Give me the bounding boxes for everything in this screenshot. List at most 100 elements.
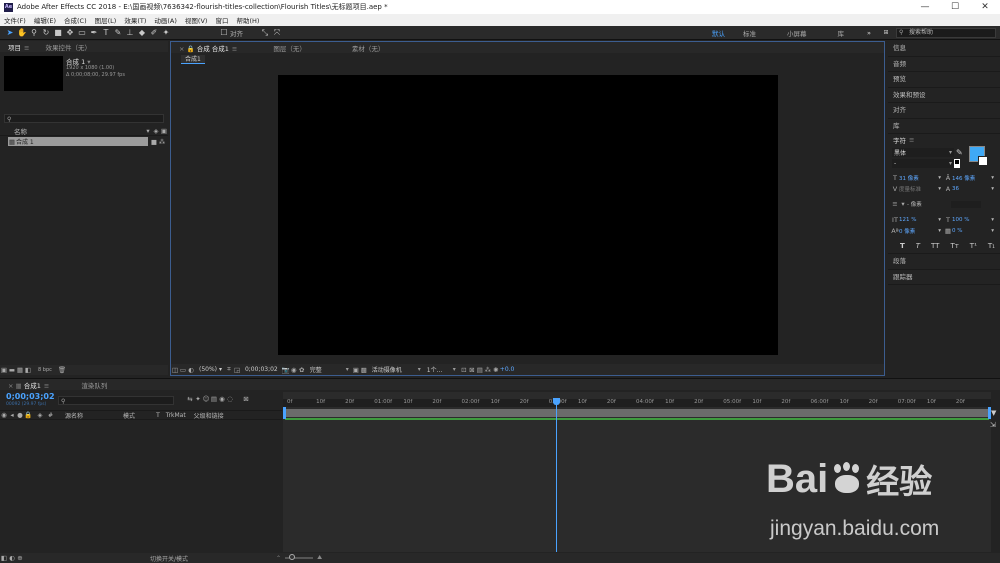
baseline-shift-control[interactable]: Aª 0 像素 ▾ (891, 227, 941, 235)
tab-project[interactable]: 项目 ≡ (0, 42, 37, 52)
menu-layer[interactable]: 图层(L) (95, 15, 117, 25)
bpc-label[interactable]: 8 bpc (38, 367, 52, 373)
panel-tracker[interactable]: 跟踪器 (888, 270, 1000, 285)
show-snapshot-icon[interactable]: ◉ (290, 366, 298, 374)
playhead-handle[interactable] (553, 398, 561, 405)
stroke-width-control[interactable]: ≡ ▾ - 像素 (891, 200, 981, 208)
draft-3d-icon[interactable]: ✦ (194, 395, 202, 403)
panel-libraries[interactable]: 库 (888, 119, 1000, 134)
new-folder-icon[interactable]: ▬ (8, 366, 16, 374)
close-icon[interactable]: × (179, 45, 184, 53)
workspace-standard[interactable]: 标准 (743, 28, 756, 38)
eyedropper-icon[interactable]: ✎ (956, 148, 963, 157)
font-size-control[interactable]: T 31 像素 ▾ (891, 174, 941, 182)
composition-viewer[interactable] (278, 75, 778, 355)
subscript-button[interactable]: T₁ (988, 242, 995, 250)
tab-render-queue[interactable]: 渲染队列 (73, 380, 115, 390)
selection-tool-icon[interactable]: ➤ (4, 27, 16, 39)
menu-window[interactable]: 窗口 (215, 15, 228, 25)
timeline-icon[interactable]: ▤ (476, 366, 484, 374)
snap-features-icon[interactable]: ⤧ (271, 27, 283, 39)
eraser-tool-icon[interactable]: ◆ (136, 27, 148, 39)
panel-menu-icon[interactable]: ≡ (24, 44, 29, 52)
lock-icon[interactable]: 🔒 (24, 411, 32, 419)
horizontal-scale-control[interactable]: T 100 % ▾ (944, 216, 994, 224)
panel-paragraph[interactable]: 段落 (888, 254, 1000, 270)
grid-icon[interactable]: ⌗ (225, 365, 233, 374)
timeline-timecode[interactable]: 0;00;03;02 (6, 392, 55, 401)
flowchart-icon[interactable]: ⁂ (484, 366, 492, 374)
composition-sub-tab[interactable]: 合成1 (181, 55, 205, 64)
menu-effect[interactable]: 效果(T) (124, 15, 146, 25)
work-area-start-handle[interactable] (283, 407, 286, 419)
panel-menu-icon[interactable]: ≡ (909, 136, 914, 144)
audio-icon[interactable]: ◂ (8, 411, 16, 419)
fast-preview-icon[interactable]: ⊠ (468, 366, 476, 374)
superscript-button[interactable]: T¹ (970, 242, 977, 250)
close-button[interactable]: ✕ (970, 2, 1000, 12)
time-ruler[interactable]: 0f10f20f01:00f10f20f02:00f10f20f03:00f10… (283, 399, 991, 407)
exposure-value[interactable]: +0.0 (500, 366, 515, 373)
pan-behind-tool-icon[interactable]: ✥ (64, 27, 76, 39)
tsume-control[interactable]: ▦ 0 % ▾ (944, 227, 994, 235)
faux-bold-button[interactable]: T (900, 242, 905, 250)
layer-list[interactable] (0, 421, 282, 552)
graph-toggle-icon[interactable]: ⊠ (242, 395, 250, 403)
zoom-dropdown[interactable]: (50%) ▾ (199, 366, 222, 373)
hand-tool-icon[interactable]: ✋ (16, 27, 28, 39)
zoom-slider-knob[interactable] (289, 554, 296, 560)
font-style-dropdown[interactable]: - ▾ (892, 159, 954, 168)
panel-info[interactable]: 信息 (888, 41, 1000, 57)
roto-brush-tool-icon[interactable]: ✐ (148, 27, 160, 39)
comp-button-icon[interactable]: ⇲ (990, 421, 1000, 431)
graph-editor-icon[interactable]: ◌ (226, 395, 234, 403)
mask-visibility-icon[interactable]: ◲ (233, 366, 241, 374)
column-mode[interactable]: 模式 (123, 411, 135, 420)
snap-edges-icon[interactable]: ⤡ (259, 27, 271, 39)
close-icon[interactable]: × (8, 382, 13, 390)
vr-icon[interactable]: ◐ (187, 366, 195, 374)
zoom-tool-icon[interactable]: ⚲ (28, 27, 40, 39)
resolution-dropdown[interactable]: 完整 (310, 365, 346, 374)
panel-audio[interactable]: 音频 (888, 57, 1000, 72)
toggle-switches-modes-button[interactable]: 切换开关/模式 (150, 554, 188, 563)
panel-menu-icon[interactable]: ≡ (44, 382, 49, 390)
workspace-default[interactable]: 默认 (712, 28, 725, 38)
search-help-input[interactable]: ⚲ 搜索帮助 (896, 27, 996, 38)
white-color-swatch[interactable] (954, 165, 960, 168)
all-caps-button[interactable]: TT (931, 242, 939, 250)
chevron-down-icon[interactable]: ▾ (418, 366, 421, 373)
tab-composition[interactable]: × 🔒 合成 合成1 ≡ (171, 43, 245, 53)
faux-italic-button[interactable]: T (916, 242, 920, 250)
menu-view[interactable]: 视图(V) (185, 15, 208, 25)
interpret-footage-icon[interactable]: ▣ (0, 366, 8, 374)
zoom-out-icon[interactable]: ⌃ (276, 555, 281, 562)
panel-effects-presets[interactable]: 效果和预设 (888, 88, 1000, 103)
trash-icon[interactable]: 🗑 (58, 366, 66, 374)
menu-animation[interactable]: 动画(A) (154, 15, 177, 25)
transparency-grid-icon[interactable]: ▩ (360, 366, 368, 374)
brush-tool-icon[interactable]: ✎ (112, 27, 124, 39)
transfer-controls-icon[interactable]: ◐ (8, 554, 16, 562)
lock-icon[interactable]: 🔒 (187, 45, 195, 53)
leading-control[interactable]: Ā 146 像素 ▾ (944, 174, 994, 182)
tab-footage[interactable]: 素材（无） (344, 43, 393, 53)
camera-tool-icon[interactable]: ■ (52, 27, 64, 39)
column-trkmat[interactable]: TrkMat (166, 412, 186, 419)
panel-preview[interactable]: 预览 (888, 72, 1000, 88)
toggle-pixel-aspect-icon[interactable]: ⊡ (460, 366, 468, 374)
font-family-dropdown[interactable]: 黑体 ▾ (892, 148, 954, 157)
comp-marker-bin-icon[interactable]: ▼ (991, 409, 999, 421)
project-search-input[interactable]: ⚲ (4, 114, 164, 123)
column-parent-link[interactable]: 父级和链接 (194, 411, 224, 420)
always-preview-icon[interactable]: ◫ (171, 366, 179, 374)
comp-mini-flowchart-icon[interactable]: ⇆ (186, 395, 194, 403)
menu-help[interactable]: 帮助(H) (236, 15, 259, 25)
workspace-more-icon[interactable]: » (867, 29, 871, 37)
clone-stamp-tool-icon[interactable]: ⊥ (124, 27, 136, 39)
channel-icon[interactable]: ✿ (298, 366, 306, 374)
snapping-checkbox-icon[interactable]: ☐ (218, 27, 230, 39)
puppet-tool-icon[interactable]: ✦ (160, 27, 172, 39)
type-tool-icon[interactable]: T (100, 27, 112, 39)
maximize-button[interactable]: ☐ (940, 2, 970, 12)
